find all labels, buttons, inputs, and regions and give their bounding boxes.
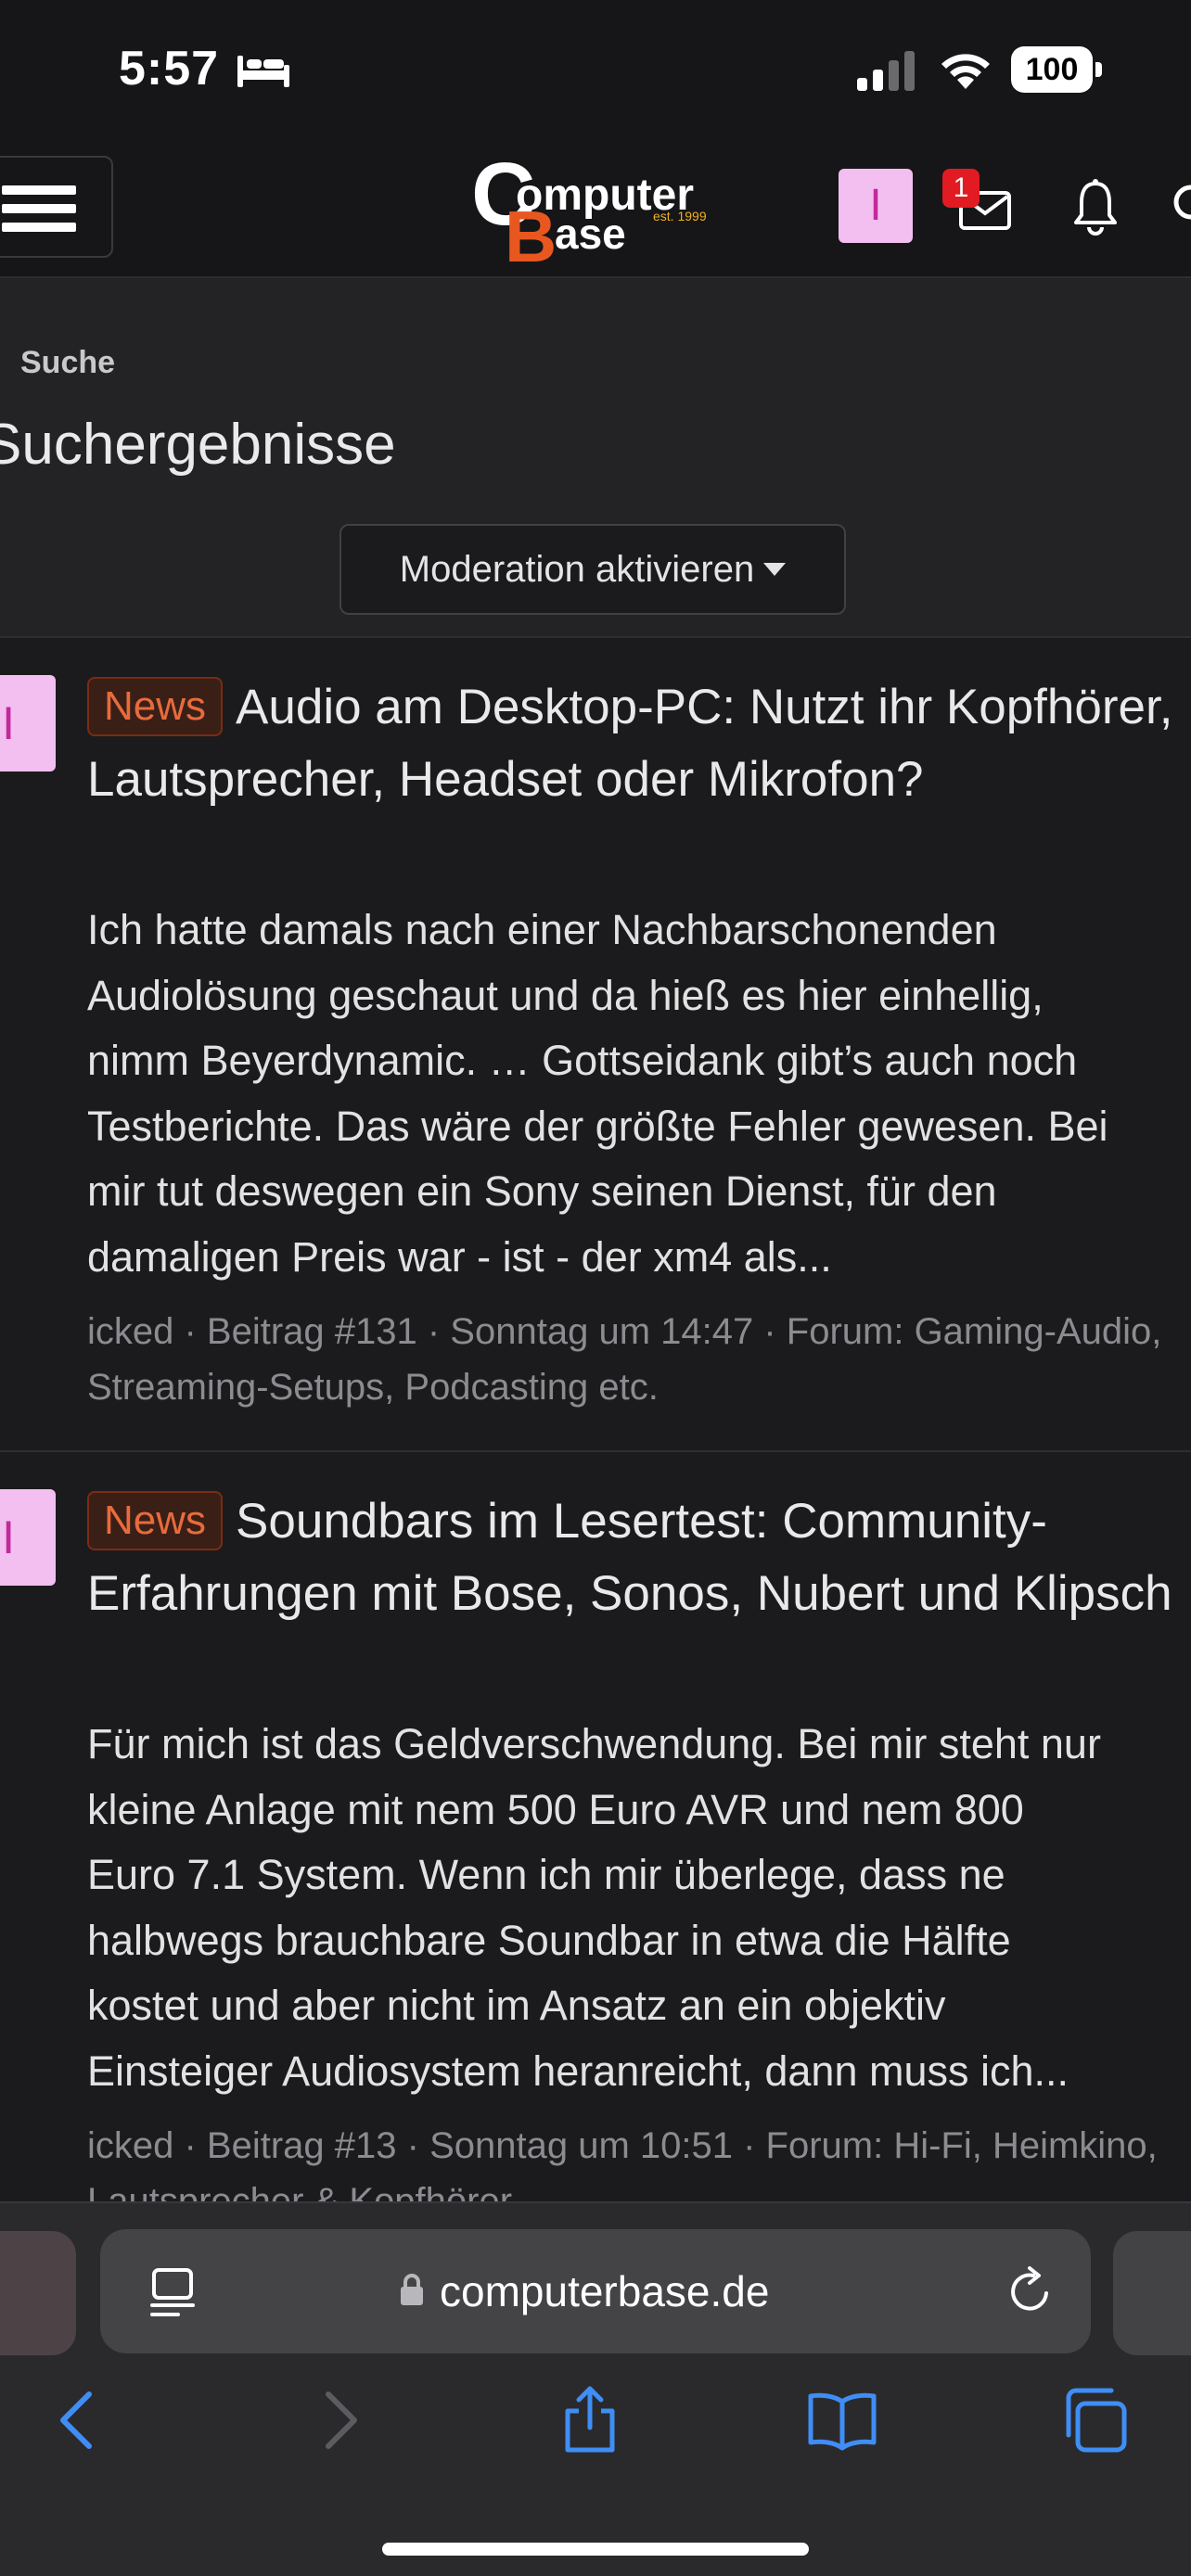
forward-icon[interactable]	[302, 2385, 373, 2455]
site-header: C omputer B ase est. 1999 I 1	[0, 139, 1191, 278]
address-bar[interactable]: computerbase.de	[100, 2229, 1091, 2353]
result-avatar[interactable]: I	[0, 675, 56, 772]
result-title[interactable]: News Audio am Desktop-PC: Nutzt ihr Kopfh…	[87, 671, 1182, 816]
snippet-line: Einsteiger Audiosystem heranreicht, dann…	[87, 2047, 1069, 2095]
menu-button[interactable]	[0, 156, 113, 258]
snippet-line: halbwegs brauchbare Soundbar in etwa die…	[87, 1916, 1011, 1964]
next-tab-preview[interactable]	[1113, 2231, 1191, 2355]
battery-level: 100	[1011, 46, 1093, 93]
snippet-line: kleine Anlage mit nem 500 Euro AVR und n…	[87, 1785, 1024, 1833]
menu-icon	[2, 185, 76, 195]
back-icon[interactable]	[45, 2385, 115, 2455]
signal-icon	[857, 51, 915, 91]
computerbase-logo[interactable]: C omputer B ase est. 1999	[471, 148, 722, 269]
snippet-line: nimm Beyerdynamic. … Gottseidank gibt’s …	[87, 1037, 1078, 1084]
page-head: Suche Suchergebnisse Moderation aktivier…	[0, 278, 1191, 636]
result-avatar[interactable]: I	[0, 1489, 56, 1586]
breadcrumb[interactable]: Suche	[20, 345, 115, 381]
bell-icon[interactable]	[1070, 176, 1121, 236]
page-title: Suchergebnisse	[0, 413, 396, 477]
lock-icon	[401, 2274, 423, 2305]
snippet-line: Euro 7.1 System. Wenn ich mir überlege, …	[87, 1851, 1005, 1898]
result-snippet: Ich hatte damals nach einer Nachbarschon…	[87, 898, 1191, 1290]
news-tag[interactable]: News	[87, 1491, 224, 1550]
share-icon[interactable]	[555, 2385, 625, 2455]
svg-text:ase: ase	[555, 210, 626, 258]
moderation-button[interactable]: Moderation aktivieren	[339, 524, 846, 615]
wifi-icon	[941, 54, 990, 89]
battery-icon: 100	[1011, 46, 1104, 93]
result-snippet: Für mich ist das Geldverschwendung. Bei …	[87, 1712, 1191, 2104]
bed-icon	[237, 56, 289, 87]
result-meta: icked · Beitrag #131 · Sonntag um 14:47 …	[87, 1311, 1162, 1408]
reader-icon[interactable]	[148, 2266, 197, 2318]
search-icon[interactable]	[1169, 180, 1191, 236]
svg-text:est. 1999: est. 1999	[653, 209, 707, 223]
svg-text:B: B	[505, 196, 557, 269]
status-bar: 5:57 100	[0, 0, 1191, 139]
result-title-text[interactable]: Soundbars im Lesertest: Community-Erfahr…	[87, 1494, 1172, 1621]
status-time: 5:57	[119, 42, 220, 96]
snippet-line: mir tut deswegen ein Sony seinen Dienst,…	[87, 1167, 997, 1215]
snippet-line: Testberichte. Das wäre der größte Fehler…	[87, 1102, 1108, 1150]
search-result[interactable]: I News Soundbars im Lesertest: Community-…	[0, 1450, 1191, 2222]
url-text[interactable]: computerbase.de	[440, 2259, 769, 2324]
tabs-icon[interactable]	[1061, 2385, 1132, 2455]
reload-icon[interactable]	[1004, 2264, 1057, 2318]
snippet-line: Ich hatte damals nach einer Nachbarschon…	[87, 906, 997, 953]
mail-badge: 1	[942, 169, 980, 208]
user-avatar[interactable]: I	[839, 169, 913, 243]
moderation-button-label: Moderation aktivieren	[399, 549, 755, 590]
result-title[interactable]: News Soundbars im Lesertest: Community-Er…	[87, 1486, 1182, 1630]
snippet-line: Für mich ist das Geldverschwendung. Bei …	[87, 1720, 1101, 1767]
snippet-line: kostet und aber nicht im Ansatz an ein o…	[87, 1982, 946, 2029]
snippet-line: damaligen Preis war - ist - der xm4 als.…	[87, 1232, 832, 1281]
result-title-text[interactable]: Audio am Desktop-PC: Nutzt ihr Kopfhörer…	[87, 680, 1172, 807]
previous-tab-preview[interactable]	[0, 2231, 76, 2355]
news-tag[interactable]: News	[87, 677, 224, 736]
snippet-line: Audiolösung geschaut und da hieß es hier…	[87, 971, 1044, 1019]
bookmarks-icon[interactable]	[807, 2385, 877, 2455]
caret-down-icon	[763, 563, 787, 577]
browser-toolbar: computerbase.de	[0, 2201, 1191, 2576]
search-result[interactable]: I News Audio am Desktop-PC: Nutzt ihr Kop…	[0, 636, 1191, 1450]
home-indicator[interactable]	[382, 2543, 809, 2556]
